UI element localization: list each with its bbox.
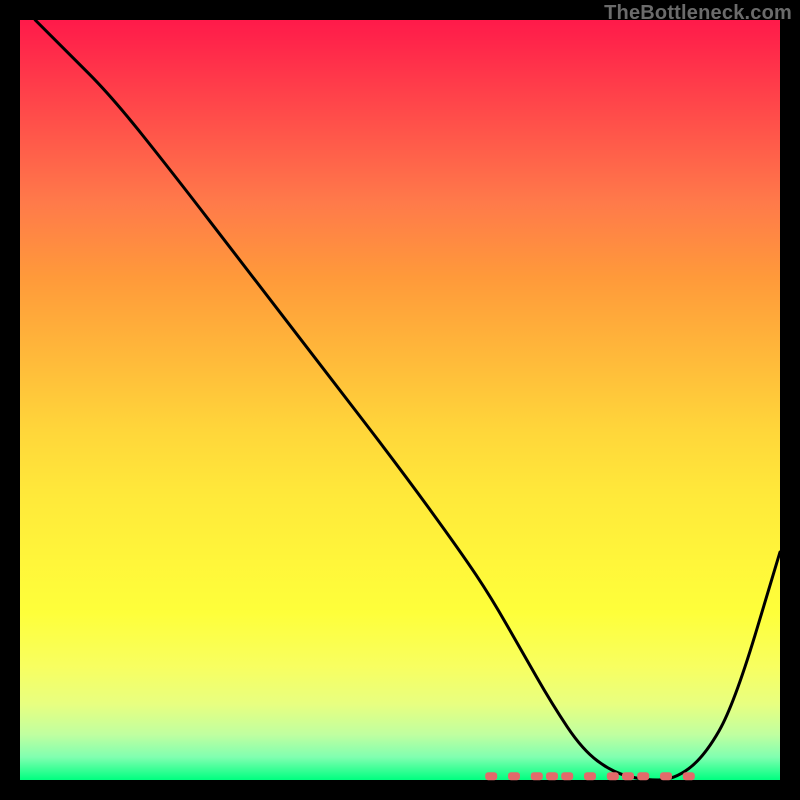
chart-svg [20, 20, 780, 780]
plot-area [20, 20, 780, 780]
bottleneck-curve [35, 20, 780, 780]
watermark-text: TheBottleneck.com [604, 2, 792, 25]
optimal-range-markers [485, 772, 695, 780]
chart-container: TheBottleneck.com [0, 0, 800, 800]
